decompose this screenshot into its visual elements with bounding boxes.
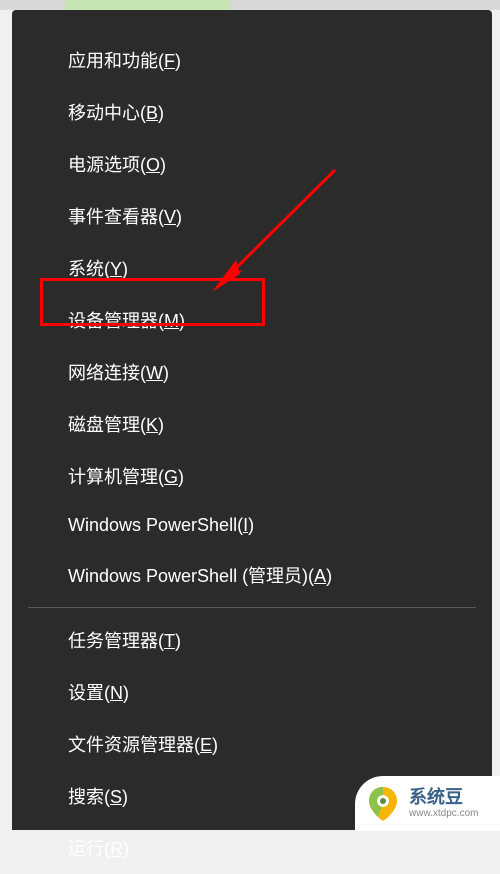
menu-item-label: 事件查看器( [68,207,164,227]
menu-item-suffix: ) [122,787,128,807]
menu-item-label: 应用和功能( [68,51,164,71]
menu-divider [28,607,476,608]
menu-item-label: 系统( [68,259,110,279]
menu-item-accelerator: R [110,839,123,859]
menu-item-suffix: ) [122,259,128,279]
menu-item-label: 搜索( [68,787,110,807]
menu-powershell-admin[interactable]: Windows PowerShell (管理员)(A) [12,549,492,601]
menu-item-suffix: ) [123,839,129,859]
menu-item-suffix: ) [176,207,182,227]
menu-item-accelerator: Y [110,259,122,279]
menu-item-suffix: ) [178,467,184,487]
menu-item-accelerator: M [164,311,179,331]
menu-item-label: 网络连接( [68,363,146,383]
watermark-text: 系统豆 www.xtdpc.com [409,788,478,819]
menu-item-accelerator: T [164,631,175,651]
menu-device-manager[interactable]: 设备管理器(M) [12,294,492,346]
menu-network-connections[interactable]: 网络连接(W) [12,346,492,398]
menu-system[interactable]: 系统(Y) [12,242,492,294]
watermark: 系统豆 www.xtdpc.com [355,776,500,831]
menu-item-accelerator: W [146,363,163,383]
menu-task-manager[interactable]: 任务管理器(T) [12,614,492,666]
watermark-icon [363,784,403,824]
menu-item-accelerator: K [146,415,158,435]
menu-item-label: 任务管理器( [68,631,164,651]
top-bar [0,0,500,10]
menu-item-accelerator: G [164,467,178,487]
menu-item-accelerator: O [146,155,160,175]
menu-item-label: Windows PowerShell( [68,515,243,535]
menu-event-viewer[interactable]: 事件查看器(V) [12,190,492,242]
menu-item-suffix: ) [158,415,164,435]
menu-disk-management[interactable]: 磁盘管理(K) [12,398,492,450]
watermark-url: www.xtdpc.com [409,808,478,819]
menu-file-explorer[interactable]: 文件资源管理器(E) [12,718,492,770]
menu-item-label: Windows PowerShell (管理员)( [68,566,314,586]
menu-item-accelerator: A [314,566,326,586]
menu-item-suffix: ) [123,683,129,703]
menu-item-label: 设备管理器( [68,311,164,331]
menu-item-label: 电源选项( [68,155,146,175]
menu-mobility-center[interactable]: 移动中心(B) [12,86,492,138]
menu-settings[interactable]: 设置(N) [12,666,492,718]
menu-item-suffix: ) [248,515,254,535]
menu-item-accelerator: B [146,103,158,123]
menu-item-label: 移动中心( [68,103,146,123]
winx-menu: 应用和功能(F)移动中心(B)电源选项(O)事件查看器(V)系统(Y)设备管理器… [12,10,492,830]
menu-computer-management[interactable]: 计算机管理(G) [12,450,492,502]
watermark-title: 系统豆 [409,788,478,808]
menu-item-suffix: ) [160,155,166,175]
menu-power-options[interactable]: 电源选项(O) [12,138,492,190]
menu-item-suffix: ) [158,103,164,123]
menu-item-label: 文件资源管理器( [68,735,200,755]
menu-item-label: 设置( [68,683,110,703]
top-bar-accent [65,0,230,10]
menu-item-label: 运行( [68,839,110,859]
menu-item-suffix: ) [179,311,185,331]
menu-item-suffix: ) [175,51,181,71]
menu-item-suffix: ) [175,631,181,651]
menu-item-label: 磁盘管理( [68,415,146,435]
menu-item-label: 计算机管理( [68,467,164,487]
menu-item-accelerator: S [110,787,122,807]
menu-powershell[interactable]: Windows PowerShell(I) [12,502,492,549]
menu-item-suffix: ) [163,363,169,383]
menu-item-accelerator: N [110,683,123,703]
menu-item-accelerator: V [164,207,176,227]
menu-item-suffix: ) [212,735,218,755]
menu-item-suffix: ) [326,566,332,586]
menu-item-accelerator: F [164,51,175,71]
menu-item-accelerator: E [200,735,212,755]
menu-apps-features[interactable]: 应用和功能(F) [12,34,492,86]
